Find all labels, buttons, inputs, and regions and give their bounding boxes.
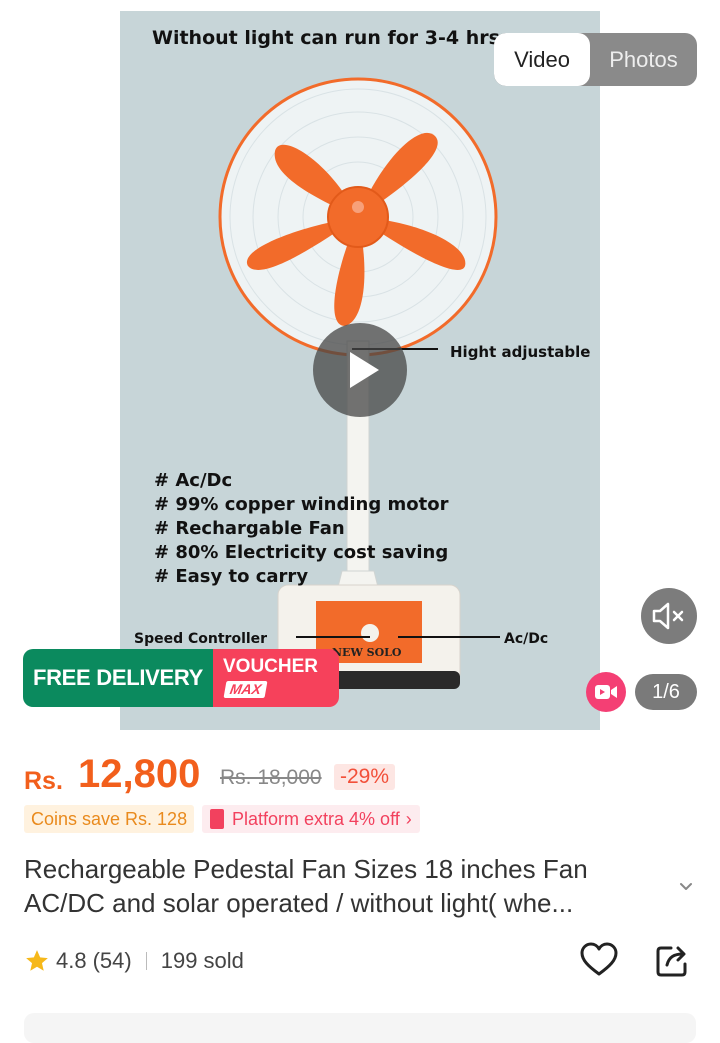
svg-text:NEW SOLO: NEW SOLO [332, 646, 402, 659]
coins-save-tag: Coins save Rs. 128 [24, 805, 195, 833]
share-icon[interactable] [653, 940, 691, 980]
feature-item: # 99% copper winding motor [154, 494, 449, 515]
tab-video[interactable]: Video [494, 33, 590, 86]
discount-badge: -29% [334, 764, 396, 790]
current-price: 12,800 [78, 752, 201, 796]
play-button[interactable] [313, 323, 407, 417]
photo-feature-list: # Ac/Dc # 99% copper winding motor # Rec… [154, 469, 448, 589]
photo-caption-runtime: Without light can run for 3-4 hrs [152, 27, 500, 49]
feature-item: # Rechargable Fan [154, 518, 345, 539]
original-price: Rs. 18,000 [220, 766, 322, 789]
heart-icon[interactable] [578, 939, 620, 981]
photo-label-acdc: Ac/Dc [504, 631, 549, 647]
voucher-ticket-icon [210, 809, 224, 829]
play-icon [350, 352, 379, 388]
star-icon [26, 950, 48, 971]
product-media-gallery[interactable]: NEW SOLO Without light can run for 3-4 h… [0, 0, 720, 735]
rating-score: 4.8 [56, 948, 87, 973]
product-title[interactable]: Rechargeable Pedestal Fan Sizes 18 inche… [24, 852, 664, 920]
media-type-toggle[interactable]: Video Photos [494, 33, 697, 86]
rating-count: (54) [92, 948, 132, 973]
chevron-down-icon[interactable] [676, 876, 696, 896]
video-jump-button[interactable] [586, 672, 626, 712]
platform-offer-tag[interactable]: Platform extra 4% off › [202, 805, 420, 833]
platform-offer-label: Platform extra 4% off [232, 808, 400, 829]
product-title-line: AC/DC and solar operated / without light… [24, 888, 574, 918]
coins-save-label: Coins save Rs. 128 [31, 808, 188, 829]
feature-item: # Easy to carry [154, 566, 309, 587]
price-currency: Rs. [24, 767, 63, 795]
chevron-right-icon: › [405, 808, 412, 829]
voucher-max-badge: VOUCHER MAX [213, 649, 339, 707]
photo-label-height: Hight adjustable [450, 343, 591, 361]
rating-row[interactable]: 4.8 (54) 199 sold [24, 945, 244, 977]
photo-label-speed: Speed Controller [134, 631, 268, 647]
free-delivery-badge: FREE DELIVERY [23, 649, 213, 707]
product-title-line: Rechargeable Pedestal Fan Sizes 18 inche… [24, 854, 588, 884]
tab-photos[interactable]: Photos [590, 33, 697, 86]
sold-count: 199 sold [160, 948, 244, 973]
voucher-label: VOUCHER [223, 656, 319, 677]
mute-button[interactable] [641, 588, 697, 644]
voucher-max-label: MAX [223, 681, 268, 698]
video-camera-icon [595, 685, 617, 699]
next-section-card [24, 1013, 696, 1043]
divider [145, 952, 147, 970]
feature-item: # 80% Electricity cost saving [154, 542, 449, 563]
feature-item: # Ac/Dc [154, 470, 233, 491]
media-counter: 1/6 [635, 674, 697, 710]
speaker-muted-icon [652, 602, 684, 630]
